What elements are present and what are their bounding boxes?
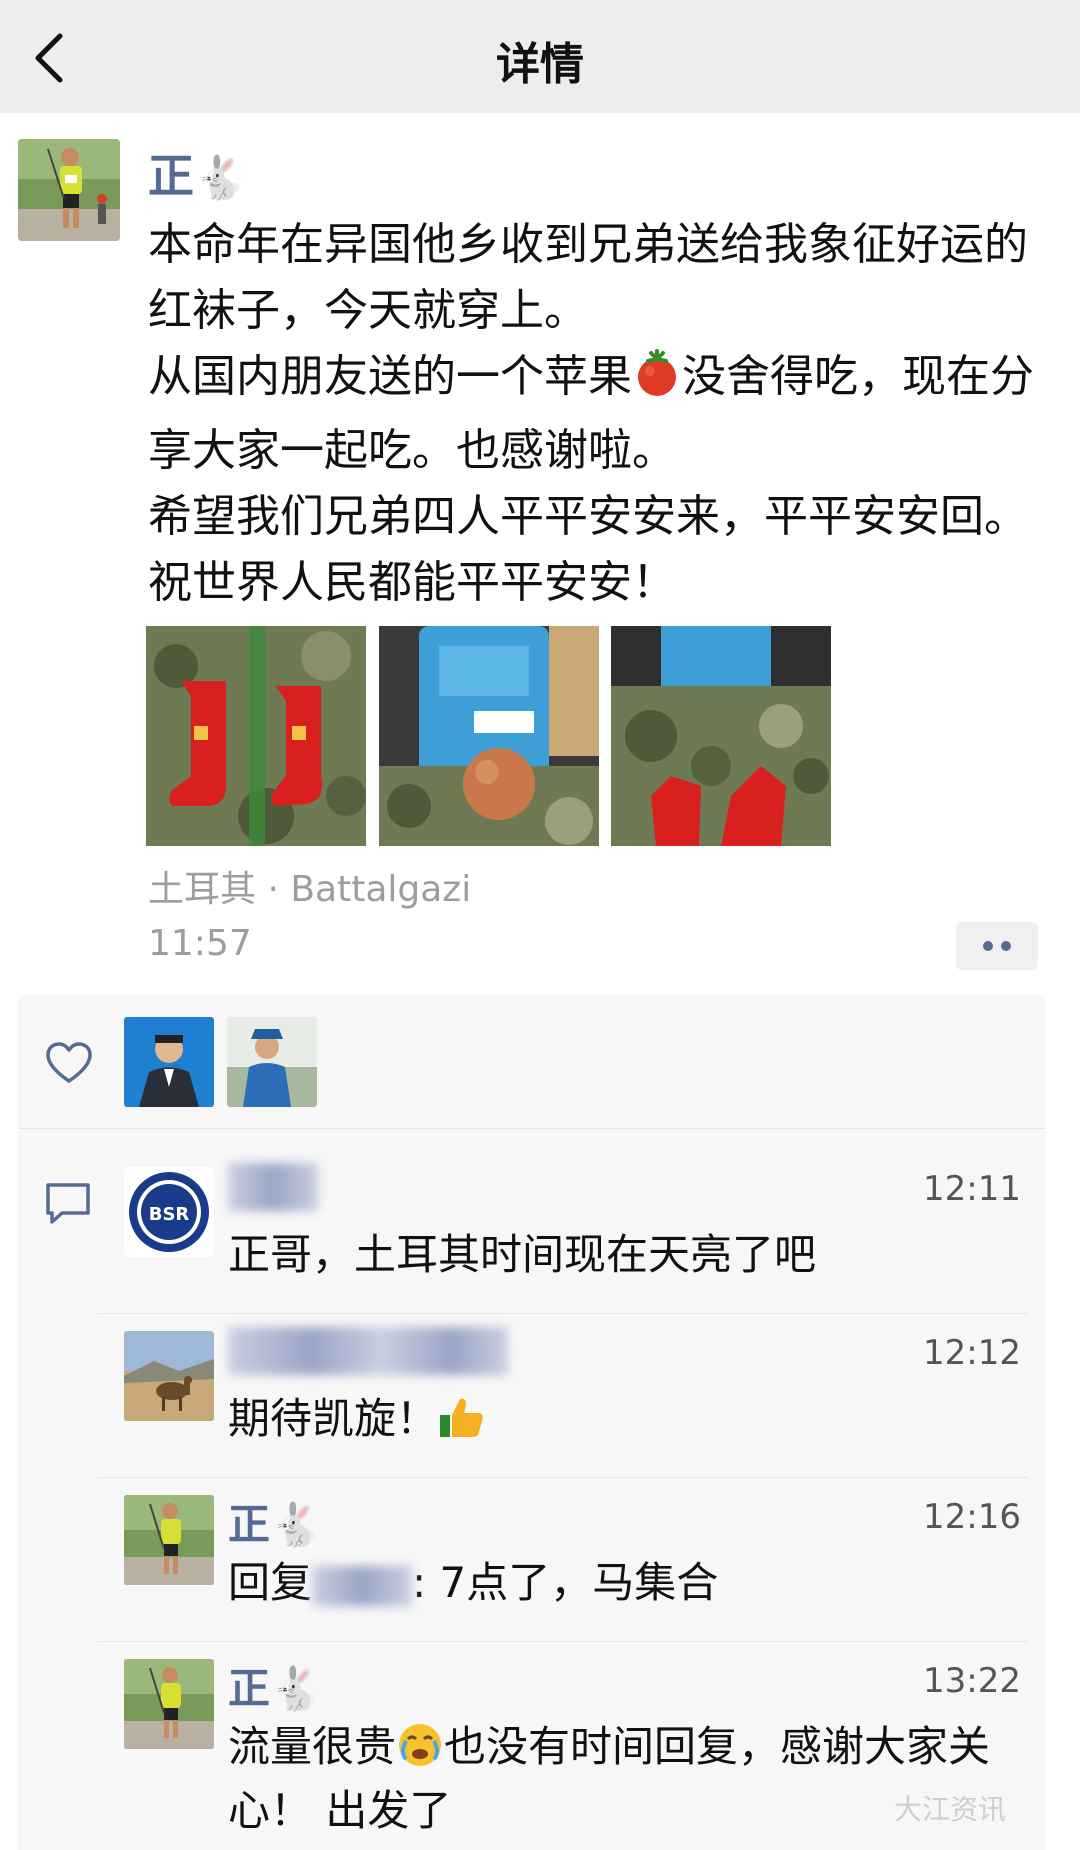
watermark: 大江资讯	[894, 1793, 1007, 1826]
tomato-icon	[632, 349, 682, 418]
post-photo-red-socks[interactable]	[146, 626, 366, 846]
divider	[98, 1313, 1028, 1314]
author-avatar[interactable]	[18, 139, 120, 241]
comment-time: 12:12	[923, 1333, 1021, 1373]
rabbit-emoji-icon: 🐇	[270, 1500, 323, 1549]
divider	[18, 1128, 1045, 1129]
likes-row	[18, 995, 1045, 1128]
page-title: 详情	[496, 39, 584, 90]
svg-text:BSR: BSR	[149, 1204, 190, 1225]
liker-avatar[interactable]	[227, 1017, 317, 1107]
commenter-name-blurred[interactable]	[228, 1327, 508, 1381]
heart-icon	[46, 1042, 92, 1083]
comment-item[interactable]: 正🐇 13:22 流量很贵 也没有时间回复，感谢大家关心！ 出发了	[18, 1659, 1045, 1850]
blurred-name	[228, 1327, 508, 1375]
post-content: 本命年在异国他乡收到兄弟送给我象征好运的红袜子，今天就穿上。 从国内朋友送的一个…	[148, 212, 1048, 616]
blurred-name	[312, 1565, 413, 1606]
commenter-name[interactable]: 正🐇	[228, 1655, 322, 1713]
rabbit-emoji-icon: 🐇	[194, 153, 247, 202]
commenter-name-blurred[interactable]	[228, 1163, 318, 1217]
rabbit-emoji-icon: 🐇	[270, 1664, 323, 1713]
comment-time: 12:11	[923, 1169, 1021, 1209]
comment-time: 13:22	[923, 1661, 1021, 1701]
comment-text: 回复: 7点了，马集合	[228, 1558, 719, 1607]
thumbs-up-icon	[438, 1393, 486, 1455]
post-line: 希望我们兄弟四人平平安安来，平平安安回。祝世界人民都能平平安安！	[148, 491, 1028, 608]
divider	[98, 1641, 1028, 1642]
post-line: 从国内朋友送的一个苹果 没舍得吃，现在分享大家一起吃。也感谢啦。	[148, 349, 1034, 476]
more-options-button[interactable]	[956, 922, 1038, 970]
post-time: 11:57	[148, 923, 252, 964]
comment-text: 期待凯旋！	[228, 1391, 1028, 1455]
comment-item[interactable]: 12:12 期待凯旋！	[18, 1327, 1045, 1481]
liker-avatar[interactable]	[124, 1017, 214, 1107]
nav-bar: 详情	[0, 0, 1080, 113]
author-name[interactable]: 正🐇	[148, 140, 246, 206]
commenter-name[interactable]: 正🐇	[228, 1491, 322, 1549]
divider	[98, 1477, 1028, 1478]
comment-item[interactable]: 正🐇 12:16 回复: 7点了，马集合	[18, 1495, 1045, 1645]
commenter-avatar[interactable]: BSR	[124, 1167, 214, 1257]
blurred-name	[228, 1163, 318, 1211]
comment-text: 正哥，土耳其时间现在天亮了吧	[228, 1230, 817, 1279]
post-location[interactable]: 土耳其 · Battalgazi	[148, 860, 471, 912]
dot-icon	[983, 941, 993, 951]
post-line: 本命年在异国他乡收到兄弟送给我象征好运的红袜子，今天就穿上。	[148, 219, 1028, 336]
post-photo-wearing-socks[interactable]	[611, 626, 831, 846]
crying-face-icon	[396, 1721, 444, 1783]
commenter-avatar[interactable]	[124, 1659, 214, 1749]
comment-item[interactable]: BSR 12:11 正哥，土耳其时间现在天亮了吧	[18, 1163, 1045, 1317]
commenter-avatar[interactable]	[124, 1495, 214, 1585]
social-panel: BSR 12:11 正哥，土耳其时间现在天亮了吧 12:12 期待凯旋！ 正🐇 …	[18, 995, 1045, 1850]
dot-icon	[1001, 941, 1011, 951]
commenter-avatar[interactable]	[124, 1331, 214, 1421]
post-photo-apple[interactable]	[379, 626, 599, 846]
comment-time: 12:16	[923, 1497, 1021, 1537]
